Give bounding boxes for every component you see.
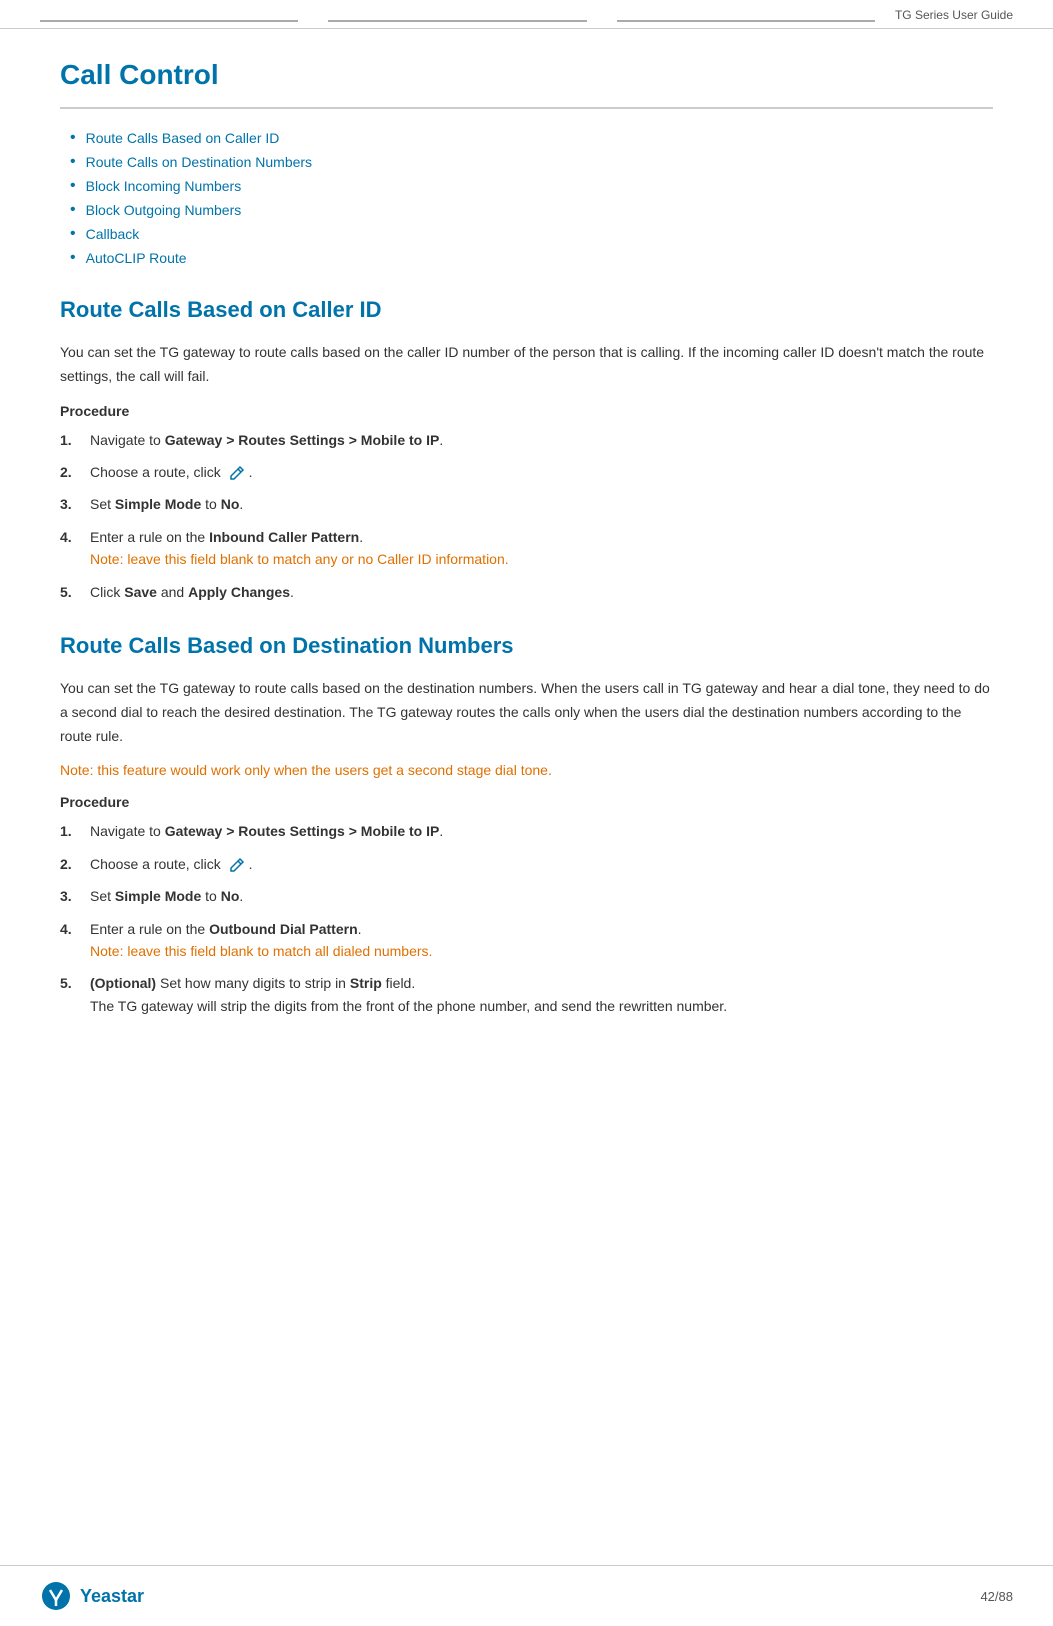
title-divider: [60, 107, 993, 109]
step-2-4-note: Note: leave this field blank to match al…: [90, 943, 432, 959]
toc-item-5[interactable]: Callback: [70, 225, 993, 243]
section-1: Route Calls Based on Caller ID You can s…: [60, 297, 993, 603]
step-1-3-num: 3.: [60, 493, 90, 515]
section-2: Route Calls Based on Destination Numbers…: [60, 633, 993, 1017]
section-1-title: Route Calls Based on Caller ID: [60, 297, 993, 323]
toc-link-2[interactable]: Route Calls on Destination Numbers: [86, 154, 312, 170]
toc-link-6[interactable]: AutoCLIP Route: [86, 250, 187, 266]
main-content: Call Control Route Calls Based on Caller…: [0, 29, 1053, 1117]
step-1-1-content: Navigate to Gateway > Routes Settings > …: [90, 429, 993, 451]
toc-item-6[interactable]: AutoCLIP Route: [70, 249, 993, 267]
section-1-procedure-label: Procedure: [60, 403, 993, 419]
step-2-4-bold: Outbound Dial Pattern: [209, 921, 358, 937]
toc-item-4[interactable]: Block Outgoing Numbers: [70, 201, 993, 219]
step-1-5-content: Click Save and Apply Changes.: [90, 581, 993, 603]
step-2-5: 5. (Optional) Set how many digits to str…: [60, 972, 993, 1017]
header-line-1: [40, 20, 298, 22]
step-2-3-content: Set Simple Mode to No.: [90, 885, 993, 907]
step-2-2-content: Choose a route, click .: [90, 853, 993, 875]
step-1-5-bold2: Apply Changes: [188, 584, 290, 600]
step-2-4-num: 4.: [60, 918, 90, 940]
section-2-steps: 1. Navigate to Gateway > Routes Settings…: [60, 820, 993, 1017]
step-1-1-num: 1.: [60, 429, 90, 451]
step-1-3-bold2: No: [221, 496, 240, 512]
page-title: Call Control: [60, 59, 993, 91]
section-2-note-top: Note: this feature would work only when …: [60, 762, 993, 778]
footer-logo-area: Yeastar: [40, 1580, 144, 1612]
step-1-4-bold: Inbound Caller Pattern: [209, 529, 359, 545]
section-2-body: You can set the TG gateway to route call…: [60, 677, 993, 748]
step-1-3-bold1: Simple Mode: [115, 496, 201, 512]
step-2-3-bold1: Simple Mode: [115, 888, 201, 904]
toc-link-5[interactable]: Callback: [86, 226, 140, 242]
section-1-steps: 1. Navigate to Gateway > Routes Settings…: [60, 429, 993, 603]
toc-item-2[interactable]: Route Calls on Destination Numbers: [70, 153, 993, 171]
footer-brand-name: Yeastar: [80, 1586, 144, 1607]
toc-link-4[interactable]: Block Outgoing Numbers: [86, 202, 242, 218]
toc-list: Route Calls Based on Caller ID Route Cal…: [60, 129, 993, 267]
step-2-2: 2. Choose a route, click .: [60, 853, 993, 875]
step-1-4-num: 4.: [60, 526, 90, 548]
step-1-3-content: Set Simple Mode to No.: [90, 493, 993, 515]
header-title: TG Series User Guide: [895, 8, 1013, 22]
edit-icon-2: [229, 857, 245, 873]
step-1-3: 3. Set Simple Mode to No.: [60, 493, 993, 515]
step-2-5-content: (Optional) Set how many digits to strip …: [90, 972, 993, 1017]
toc-link-1[interactable]: Route Calls Based on Caller ID: [86, 130, 280, 146]
step-1-2-content: Choose a route, click .: [90, 461, 993, 483]
step-2-5-optional: (Optional): [90, 975, 156, 991]
step-2-1-bold: Gateway > Routes Settings > Mobile to IP: [165, 823, 440, 839]
step-2-5-extra: The TG gateway will strip the digits fro…: [90, 998, 727, 1014]
step-2-5-num: 5.: [60, 972, 90, 994]
yeastar-logo-icon: [40, 1580, 72, 1612]
step-2-3-num: 3.: [60, 885, 90, 907]
step-1-2-num: 2.: [60, 461, 90, 483]
edit-icon-1: [229, 465, 245, 481]
step-1-4-content: Enter a rule on the Inbound Caller Patte…: [90, 526, 993, 571]
step-2-3-bold2: No: [221, 888, 240, 904]
step-1-5-num: 5.: [60, 581, 90, 603]
step-2-4: 4. Enter a rule on the Outbound Dial Pat…: [60, 918, 993, 963]
footer: Yeastar 42/88: [0, 1565, 1053, 1626]
step-1-5-bold1: Save: [124, 584, 157, 600]
header-decorative-lines: [40, 20, 875, 22]
step-2-2-num: 2.: [60, 853, 90, 875]
step-2-1: 1. Navigate to Gateway > Routes Settings…: [60, 820, 993, 842]
step-1-1-bold: Gateway > Routes Settings > Mobile to IP: [165, 432, 440, 448]
toc-item-1[interactable]: Route Calls Based on Caller ID: [70, 129, 993, 147]
step-1-2: 2. Choose a route, click .: [60, 461, 993, 483]
header-bar: TG Series User Guide: [0, 0, 1053, 29]
header-line-3: [617, 20, 875, 22]
step-2-5-bold: Strip: [350, 975, 382, 991]
section-2-procedure-label: Procedure: [60, 794, 993, 810]
step-2-1-content: Navigate to Gateway > Routes Settings > …: [90, 820, 993, 842]
step-1-4-note: Note: leave this field blank to match an…: [90, 551, 509, 567]
step-2-3: 3. Set Simple Mode to No.: [60, 885, 993, 907]
section-2-title: Route Calls Based on Destination Numbers: [60, 633, 993, 659]
section-1-body: You can set the TG gateway to route call…: [60, 341, 993, 389]
step-1-1: 1. Navigate to Gateway > Routes Settings…: [60, 429, 993, 451]
toc-item-3[interactable]: Block Incoming Numbers: [70, 177, 993, 195]
header-line-2: [328, 20, 586, 22]
step-1-5: 5. Click Save and Apply Changes.: [60, 581, 993, 603]
toc-link-3[interactable]: Block Incoming Numbers: [86, 178, 242, 194]
footer-page-number: 42/88: [980, 1589, 1013, 1604]
step-2-1-num: 1.: [60, 820, 90, 842]
step-1-4: 4. Enter a rule on the Inbound Caller Pa…: [60, 526, 993, 571]
step-2-4-content: Enter a rule on the Outbound Dial Patter…: [90, 918, 993, 963]
